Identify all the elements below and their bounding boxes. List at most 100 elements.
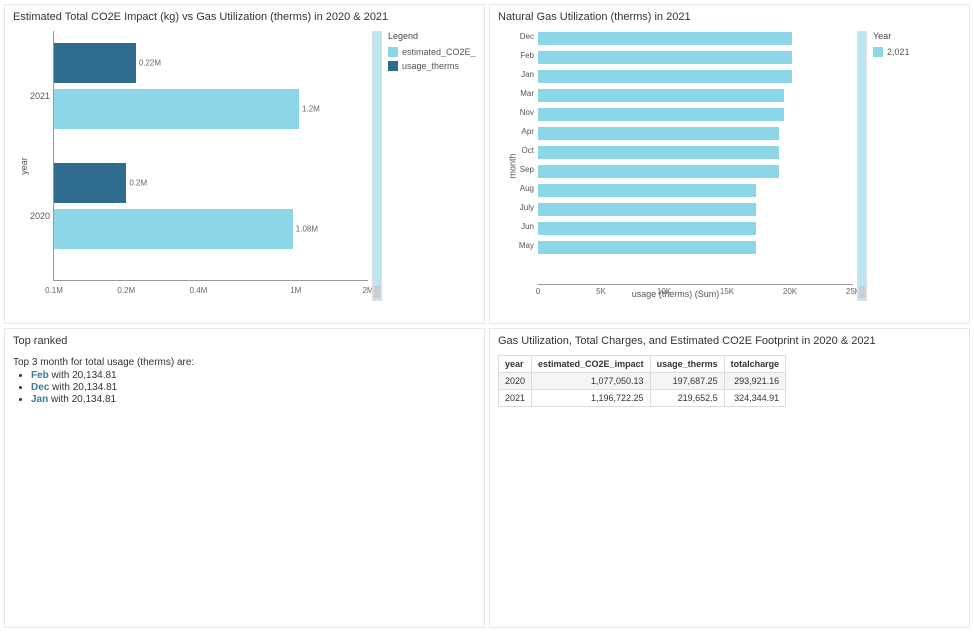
bar-label: 1.08M: [296, 225, 318, 234]
chart-body[interactable]: year 2021 0.22M 1.2M 2020 0.2M 1.08M 0.1…: [13, 31, 368, 301]
month-label: Jun: [508, 222, 534, 231]
bar-label: 1.2M: [302, 105, 320, 114]
month-bar[interactable]: [538, 127, 779, 140]
scroll-slider[interactable]: [372, 31, 382, 301]
table-cell: 293,921.16: [724, 373, 786, 390]
table-cell: 1,077,050.13: [532, 373, 651, 390]
month-bar[interactable]: [538, 222, 756, 235]
month-bar[interactable]: [538, 184, 756, 197]
table-header[interactable]: totalcharge: [724, 356, 786, 373]
rank-key[interactable]: Jan: [31, 394, 48, 405]
x-tick: 20K: [783, 287, 797, 296]
legend-label: usage_therms: [402, 61, 459, 71]
month-label: Nov: [508, 108, 534, 117]
legend: Legend estimated_CO2E_i... usage_therms: [382, 31, 476, 301]
month-bar[interactable]: [538, 70, 792, 83]
bar-2021-usage[interactable]: [54, 43, 136, 83]
summary-table: yearestimated_CO2E_impactusage_thermstot…: [498, 355, 786, 407]
bar-row: Sep: [538, 164, 853, 179]
swatch-icon: [388, 61, 398, 71]
rank-item: Dec with 20,134.81: [31, 382, 476, 393]
rank-list: Feb with 20,134.81Dec with 20,134.81Jan …: [31, 370, 476, 405]
table-cell: 1,196,722.25: [532, 390, 651, 407]
table-cell: 219,652.5: [650, 390, 724, 407]
x-tick: 1M: [290, 286, 301, 295]
rank-value: with 20,134.81: [48, 394, 116, 405]
table-header[interactable]: usage_therms: [650, 356, 724, 373]
swatch-icon: [388, 47, 398, 57]
rank-intro: Top 3 month for total usage (therms) are…: [13, 357, 476, 368]
month-bar[interactable]: [538, 203, 756, 216]
month-bar[interactable]: [538, 241, 756, 254]
bar-row: Dec: [538, 31, 853, 46]
bar-row: Jan: [538, 69, 853, 84]
month-label: May: [508, 241, 534, 250]
table-cell: 2020: [499, 373, 532, 390]
bar-2021-co2e[interactable]: [54, 89, 299, 129]
rank-value: with 20,134.81: [49, 382, 117, 393]
chart-area: month DecFebJanMarNovAprOctSepAugJulyJun…: [498, 31, 961, 301]
month-bar[interactable]: [538, 32, 792, 45]
bar-row: May: [538, 240, 853, 255]
x-tick: 15K: [720, 287, 734, 296]
scroll-slider[interactable]: [857, 31, 867, 301]
month-label: Oct: [508, 146, 534, 155]
legend-item-year[interactable]: 2,021: [873, 47, 961, 57]
x-tick: 0.2M: [117, 286, 135, 295]
bar-row: Apr: [538, 126, 853, 141]
x-axis: 05K10K15K20K25K: [538, 284, 853, 285]
legend-item-usage[interactable]: usage_therms: [388, 61, 476, 71]
month-bar[interactable]: [538, 51, 792, 64]
dashboard: Estimated Total CO2E Impact (kg) vs Gas …: [0, 0, 974, 632]
x-tick: 0.1M: [45, 286, 63, 295]
legend-label: estimated_CO2E_i...: [402, 47, 476, 57]
bar-label: 0.2M: [129, 179, 147, 188]
x-tick: 0: [536, 287, 540, 296]
table-cell: 324,344.91: [724, 390, 786, 407]
table-row[interactable]: 20201,077,050.13197,687.25293,921.16: [499, 373, 786, 390]
month-label: Sep: [508, 165, 534, 174]
panel-top-ranked: Top ranked Top 3 month for total usage (…: [4, 328, 485, 628]
chart-area: year 2021 0.22M 1.2M 2020 0.2M 1.08M 0.1…: [13, 31, 476, 301]
category-2020: 2020: [24, 211, 50, 221]
bar-row: Oct: [538, 145, 853, 160]
month-label: Apr: [508, 127, 534, 136]
category-2021: 2021: [24, 91, 50, 101]
panel-gas-by-month: Natural Gas Utilization (therms) in 2021…: [489, 4, 970, 324]
legend: Year 2,021: [867, 31, 961, 301]
legend-title: Year: [873, 31, 961, 41]
table-cell: 197,687.25: [650, 373, 724, 390]
bar-row: Feb: [538, 50, 853, 65]
x-tick: 0.4M: [190, 286, 208, 295]
x-tick: 5K: [596, 287, 606, 296]
month-bar[interactable]: [538, 89, 784, 102]
legend-label: 2,021: [887, 47, 910, 57]
rank-key[interactable]: Feb: [31, 370, 49, 381]
y-axis-label: year: [19, 157, 29, 175]
month-bar[interactable]: [538, 165, 779, 178]
table-row[interactable]: 20211,196,722.25219,652.5324,344.91: [499, 390, 786, 407]
month-label: July: [508, 203, 534, 212]
bar-row: Nov: [538, 107, 853, 122]
rank-item: Jan with 20,134.81: [31, 394, 476, 405]
table-body: 20201,077,050.13197,687.25293,921.162021…: [499, 373, 786, 407]
table-cell: 2021: [499, 390, 532, 407]
rank-value: with 20,134.81: [49, 370, 117, 381]
panel-co2e-vs-gas: Estimated Total CO2E Impact (kg) vs Gas …: [4, 4, 485, 324]
bar-2020-usage[interactable]: [54, 163, 126, 203]
bar-row: Jun: [538, 221, 853, 236]
rank-key[interactable]: Dec: [31, 382, 49, 393]
month-bar[interactable]: [538, 108, 784, 121]
table-header-row: yearestimated_CO2E_impactusage_thermstot…: [499, 356, 786, 373]
swatch-icon: [873, 47, 883, 57]
table-header[interactable]: estimated_CO2E_impact: [532, 356, 651, 373]
table-header[interactable]: year: [499, 356, 532, 373]
month-label: Aug: [508, 184, 534, 193]
rank-item: Feb with 20,134.81: [31, 370, 476, 381]
bar-2020-co2e[interactable]: [54, 209, 293, 249]
panel-title: Natural Gas Utilization (therms) in 2021: [498, 11, 961, 23]
month-bar[interactable]: [538, 146, 779, 159]
panel-title: Estimated Total CO2E Impact (kg) vs Gas …: [13, 11, 476, 23]
chart-body[interactable]: month DecFebJanMarNovAprOctSepAugJulyJun…: [498, 31, 853, 301]
legend-item-co2e[interactable]: estimated_CO2E_i...: [388, 47, 476, 57]
